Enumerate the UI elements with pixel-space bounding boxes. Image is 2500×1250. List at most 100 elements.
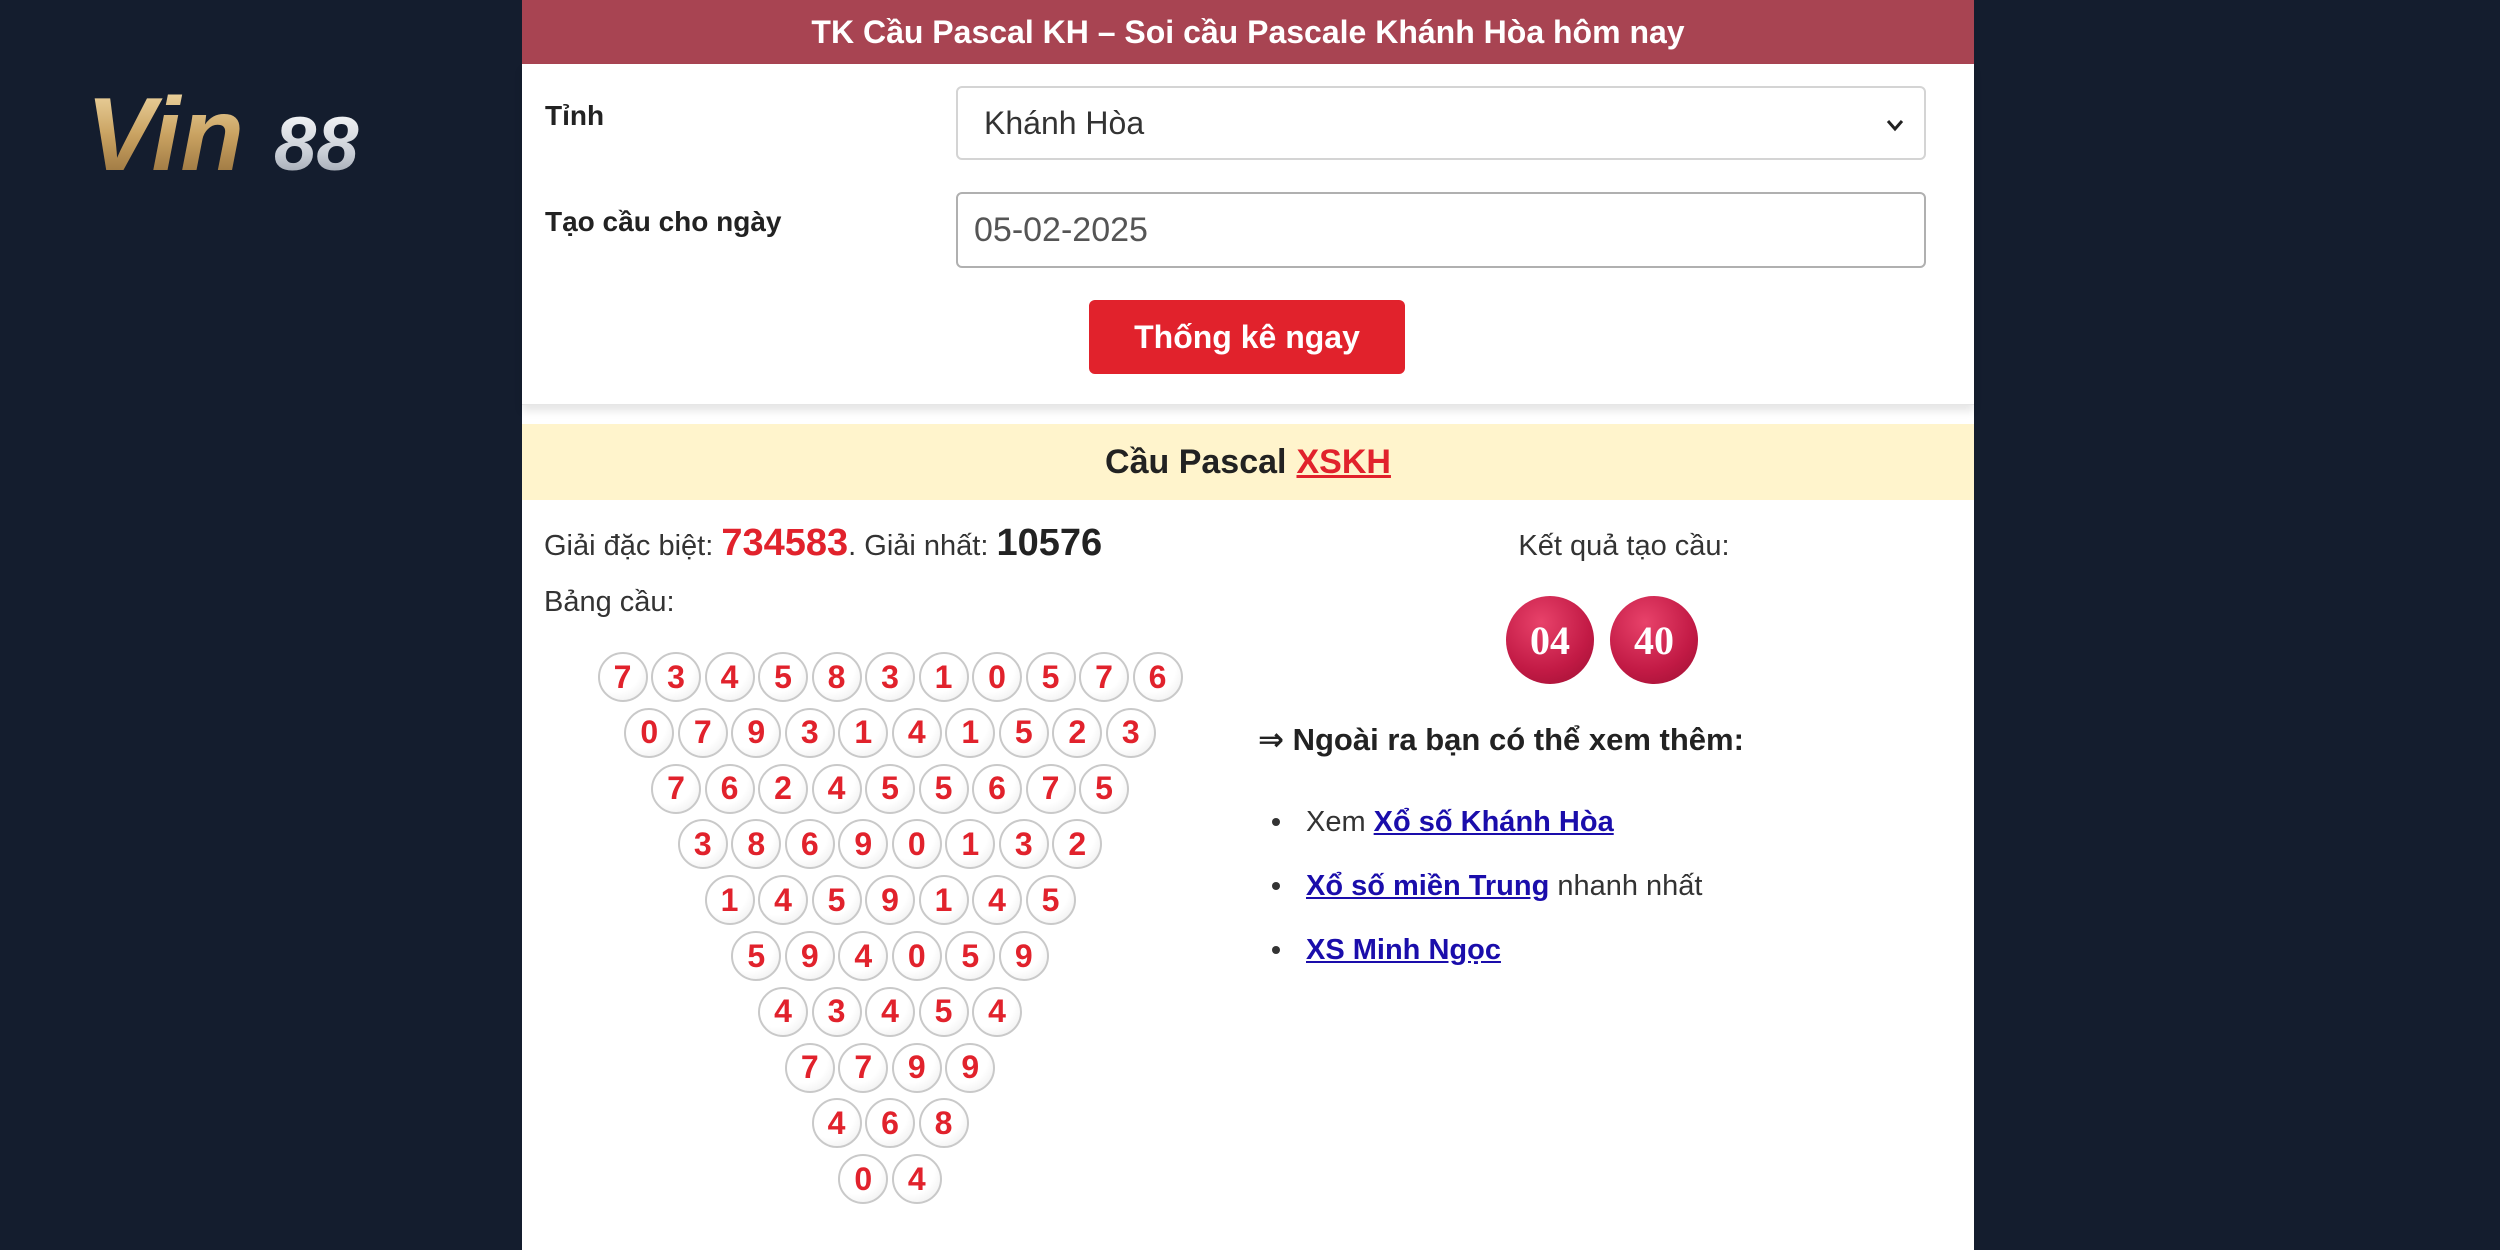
triangle-ball: 5	[945, 931, 996, 981]
date-input[interactable]	[956, 192, 1926, 268]
special-prize-value: 734583	[721, 522, 849, 564]
triangle-ball: 4	[972, 986, 1022, 1037]
triangle-ball: 7	[597, 652, 648, 702]
list-item-prefix: Xem	[1306, 805, 1366, 838]
triangle-ball: 0	[624, 707, 675, 758]
triangle-ball: 6	[865, 1098, 915, 1149]
triangle-ball: 7	[651, 763, 701, 814]
more-links-list: Xem Xổ số Khánh Hòa Xổ số miền Trung nha…	[1272, 790, 1703, 982]
triangle-ball: 0	[838, 1154, 889, 1205]
triangle-ball: 4	[838, 931, 889, 981]
triangle-ball: 7	[1079, 652, 1129, 702]
triangle-ball: 3	[998, 819, 1049, 870]
bullet-icon	[1272, 882, 1280, 890]
triangle-ball: 1	[838, 707, 889, 758]
triangle-ball: 5	[731, 931, 782, 981]
triangle-ball: 6	[972, 763, 1022, 814]
more-heading: ⇒ Ngoài ra bạn có thể xem thêm:	[1258, 722, 1744, 757]
triangle-ball: 5	[865, 763, 915, 814]
triangle-ball: 7	[1025, 763, 1076, 814]
filter-form: Tỉnh Khánh Hòa Tạo cầu cho ngày Thống kê…	[522, 64, 1974, 405]
triangle-ball: 5	[998, 707, 1049, 758]
triangle-ball: 9	[838, 819, 889, 870]
triangle-ball: 9	[945, 1042, 996, 1093]
triangle-ball: 3	[865, 652, 915, 702]
list-item: Xổ số miền Trung nhanh nhất	[1272, 854, 1703, 918]
triangle-ball: 1	[918, 652, 969, 702]
triangle-ball: 8	[918, 1098, 969, 1149]
triangle-ball: 3	[677, 819, 728, 870]
triangle-ball: 7	[677, 707, 728, 758]
province-select[interactable]: Khánh Hòa	[956, 86, 1926, 160]
triangle-ball: 2	[1052, 819, 1103, 870]
prize-separator: .	[848, 530, 857, 562]
triangle-ball: 5	[758, 652, 808, 702]
board-label: Bảng cầu:	[544, 586, 675, 618]
triangle-ball: 0	[972, 652, 1022, 702]
first-prize-value: 10576	[996, 522, 1103, 564]
bullet-icon	[1272, 946, 1280, 954]
province-label: Tỉnh	[545, 100, 605, 131]
triangle-ball: 5	[1079, 763, 1129, 814]
result-ball: 40	[1610, 596, 1698, 684]
special-prize-label: Giải đặc biệt:	[544, 530, 714, 562]
triangle-ball: 2	[758, 763, 808, 814]
triangle-ball: 4	[811, 763, 862, 814]
triangle-ball: 9	[998, 931, 1049, 981]
triangle-ball: 5	[918, 986, 969, 1037]
triangle-ball: 9	[865, 875, 915, 926]
triangle-ball: 6	[704, 763, 755, 814]
chevron-down-icon	[1886, 120, 1904, 132]
logo-text-88: 88	[274, 102, 359, 180]
triangle-ball: 9	[784, 931, 835, 981]
bullet-icon	[1272, 818, 1280, 826]
result-ball: 04	[1506, 596, 1594, 684]
first-prize-label: Giải nhất:	[864, 530, 989, 562]
page-title: TK Cầu Pascal KH – Soi cầu Pascale Khánh…	[522, 0, 1974, 64]
triangle-ball: 7	[838, 1042, 889, 1093]
result-label: Kết quả tạo cầu:	[1518, 530, 1730, 562]
triangle-ball: 4	[704, 652, 755, 702]
triangle-ball: 4	[891, 1154, 942, 1205]
link-xs-minh-ngoc[interactable]: XS Minh Ngọc	[1306, 934, 1501, 967]
triangle-ball: 3	[784, 707, 835, 758]
triangle-ball: 3	[651, 652, 701, 702]
list-item: XS Minh Ngọc	[1272, 918, 1702, 982]
submit-button[interactable]: Thống kê ngay	[1089, 300, 1405, 374]
triangle-ball: 6	[784, 819, 835, 870]
triangle-ball: 9	[891, 1042, 942, 1093]
triangle-ball: 5	[811, 875, 862, 926]
triangle-ball: 5	[1025, 875, 1076, 926]
list-item-suffix: nhanh nhất	[1557, 869, 1703, 902]
triangle-ball: 1	[945, 707, 996, 758]
triangle-ball: 4	[891, 707, 942, 758]
list-item: Xem Xổ số Khánh Hòa	[1272, 790, 1702, 854]
triangle-ball: 9	[731, 707, 782, 758]
triangle-ball: 4	[972, 875, 1022, 926]
triangle-ball: 4	[758, 986, 808, 1037]
triangle-ball: 2	[1052, 707, 1103, 758]
triangle-ball: 1	[918, 875, 969, 926]
triangle-ball: 5	[1025, 652, 1076, 702]
triangle-ball: 1	[945, 819, 996, 870]
triangle-ball: 0	[891, 819, 942, 870]
vin88-logo: Vin 88	[86, 77, 359, 180]
logo-text-vin: Vin	[86, 77, 244, 180]
triangle-ball: 0	[891, 931, 942, 981]
province-select-value: Khánh Hòa	[984, 104, 1145, 141]
main-panel: TK Cầu Pascal KH – Soi cầu Pascale Khánh…	[522, 0, 1974, 1250]
triangle-ball: 8	[731, 819, 782, 870]
triangle-ball: 4	[811, 1098, 862, 1149]
triangle-ball: 3	[811, 986, 862, 1037]
triangle-ball: 4	[758, 875, 808, 926]
date-label: Tạo cầu cho ngày	[545, 206, 782, 237]
section-title-link[interactable]: XSKH	[1296, 443, 1390, 482]
section-title-text: Cầu Pascal	[1105, 442, 1287, 481]
triangle-ball: 5	[918, 763, 969, 814]
triangle-ball: 7	[784, 1042, 835, 1093]
triangle-ball: 6	[1132, 652, 1183, 702]
section-title: Cầu Pascal XSKH	[522, 424, 1974, 500]
link-xo-so-khanh-hoa[interactable]: Xổ số Khánh Hòa	[1374, 806, 1614, 839]
link-xo-so-mien-trung[interactable]: Xổ số miền Trung	[1306, 870, 1549, 903]
triangle-ball: 3	[1105, 707, 1156, 758]
